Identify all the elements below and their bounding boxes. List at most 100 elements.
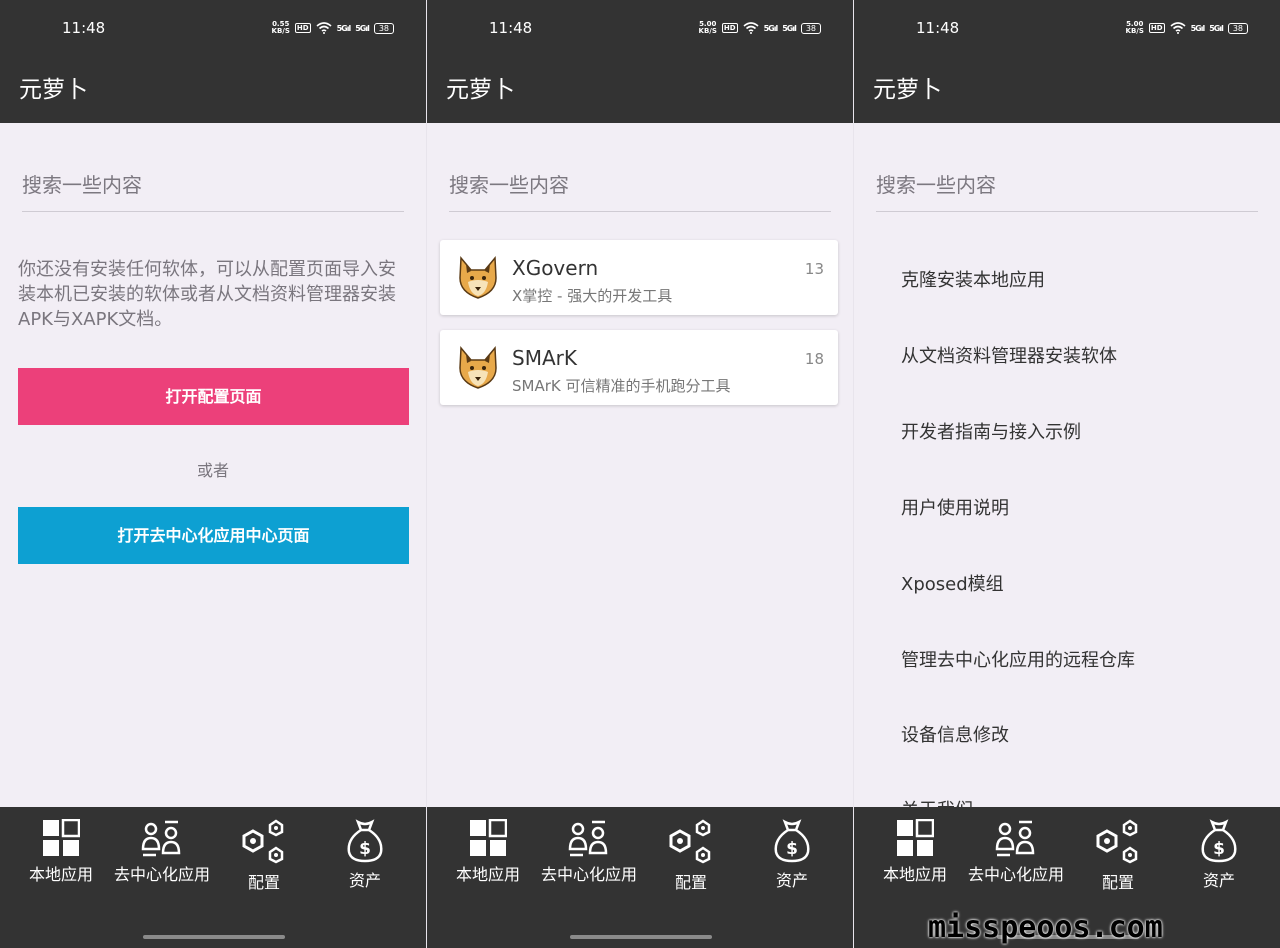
nav-decentral-apps[interactable]: 去中心化应用: [963, 819, 1069, 885]
nav-config[interactable]: 配置: [1065, 819, 1171, 893]
signal-icon-2: 5Gıl: [1209, 23, 1224, 33]
app-count: 18: [804, 350, 824, 368]
signal-icon: 5Gıl: [763, 23, 779, 33]
nav-label: 配置: [247, 873, 280, 892]
fox-icon: [459, 256, 497, 299]
net-speed: 5.00 KB/S: [1125, 20, 1144, 35]
people-icon: [568, 820, 608, 857]
money-bag-icon: $: [1201, 819, 1237, 863]
wifi-icon: [1170, 22, 1186, 34]
menu-item-device-info[interactable]: 设备信息修改: [901, 721, 1009, 747]
nav-local-apps[interactable]: 本地应用: [435, 819, 541, 885]
battery-icon: 38: [373, 22, 394, 34]
nav-assets[interactable]: $ 资产: [739, 819, 845, 891]
money-bag-icon: $: [774, 819, 810, 863]
grid-icon: [897, 819, 934, 856]
nav-decentral-apps[interactable]: 去中心化应用: [536, 819, 642, 885]
menu-item-developer-guide[interactable]: 开发者指南与接入示例: [901, 418, 1081, 444]
status-icons: 0.55 KB/S HD 5Gıl 5Gıl 38: [272, 21, 394, 35]
nav-label: 本地应用: [455, 865, 520, 884]
menu-item-install-from-files[interactable]: 从文档资料管理器安装软体: [901, 342, 1117, 368]
app-description: X掌控 - 强大的开发工具: [512, 287, 673, 305]
status-time: 11:48: [489, 19, 533, 37]
nav-label: 去中心化应用: [113, 865, 210, 884]
hd-icon: HD: [294, 23, 311, 33]
screen-local-apps: 11:48 0.55 KB/S HD 5Gıl 5Gıl 38 元萝卜 搜索一些内…: [0, 0, 426, 948]
menu-item-user-manual[interactable]: 用户使用说明: [901, 494, 1009, 520]
menu-item-clone-local[interactable]: 克隆安装本地应用: [901, 266, 1045, 292]
app-description: SMArK 可信精准的手机跑分工具: [512, 377, 731, 395]
search-input[interactable]: 搜索一些内容: [449, 155, 831, 212]
open-decentral-button[interactable]: 打开去中心化应用中心页面: [18, 507, 409, 564]
app-count: 13: [804, 260, 824, 278]
search-input[interactable]: 搜索一些内容: [876, 155, 1258, 212]
bottom-nav: 本地应用 去中心化应用 配置 $ 资产: [427, 807, 853, 948]
status-bar: 11:48 5.00 KB/S HD 5Gıl 5Gıl 38: [854, 0, 1280, 56]
app-title: 元萝卜: [446, 77, 515, 103]
menu-item-manage-repos[interactable]: 管理去中心化应用的远程仓库: [901, 646, 1135, 672]
grid-icon: [43, 819, 80, 856]
hexagon-nodes-icon: [669, 819, 711, 864]
nav-label: 本地应用: [28, 865, 93, 884]
empty-message: 你还没有安装任何软体，可以从配置页面导入安装本机已安装的软体或者从文档资料管理器…: [18, 259, 396, 330]
grid-icon: [470, 819, 507, 856]
nav-decentral-apps[interactable]: 去中心化应用: [109, 819, 215, 885]
home-indicator[interactable]: [570, 935, 712, 939]
app-title: 元萝卜: [19, 77, 88, 103]
app-bar: 元萝卜: [0, 56, 426, 123]
battery-icon: 38: [1227, 22, 1248, 34]
svg-text:$: $: [786, 839, 798, 859]
app-card-xgovern[interactable]: XGovern X掌控 - 强大的开发工具 13: [440, 240, 838, 315]
app-name: XGovern: [512, 256, 599, 280]
menu-item-xposed[interactable]: Xposed模组: [901, 570, 1004, 596]
people-icon: [995, 820, 1035, 857]
nav-label: 资产: [1202, 871, 1235, 890]
nav-config[interactable]: 配置: [638, 819, 744, 893]
nav-assets[interactable]: $ 资产: [1166, 819, 1272, 891]
nav-label: 配置: [1101, 873, 1134, 892]
app-card-smark[interactable]: SMArK SMArK 可信精准的手机跑分工具 18: [440, 330, 838, 405]
search-placeholder: 搜索一些内容: [449, 173, 569, 197]
app-title: 元萝卜: [873, 77, 942, 103]
watermark: misspeoos.com: [928, 910, 1163, 945]
signal-icon: 5Gıl: [336, 23, 352, 33]
search-placeholder: 搜索一些内容: [876, 173, 996, 197]
status-bar: 11:48 5.00 KB/S HD 5Gıl 5Gıl 38: [427, 0, 853, 56]
hd-icon: HD: [1148, 23, 1165, 33]
search-placeholder: 搜索一些内容: [22, 173, 142, 197]
screen-decentral-apps: 11:48 5.00 KB/S HD 5Gıl 5Gıl 38 元萝卜 搜索一些内…: [427, 0, 853, 948]
nav-local-apps[interactable]: 本地应用: [8, 819, 114, 885]
hexagon-nodes-icon: [1096, 819, 1138, 864]
nav-label: 去中心化应用: [967, 865, 1064, 884]
wifi-icon: [743, 22, 759, 34]
battery-icon: 38: [800, 22, 821, 34]
people-icon: [141, 820, 181, 857]
signal-icon: 5Gıl: [1190, 23, 1206, 33]
bottom-nav: 本地应用 去中心化应用 配置 $ 资产: [0, 807, 426, 948]
signal-icon-2: 5Gıl: [355, 23, 370, 33]
status-bar: 11:48 0.55 KB/S HD 5Gıl 5Gıl 38: [0, 0, 426, 56]
svg-text:$: $: [1213, 839, 1225, 859]
status-time: 11:48: [62, 19, 106, 37]
net-speed: 0.55 KB/S: [271, 20, 290, 35]
nav-label: 去中心化应用: [540, 865, 637, 884]
status-time: 11:48: [916, 19, 960, 37]
nav-label: 本地应用: [882, 865, 947, 884]
nav-label: 资产: [775, 871, 808, 890]
status-icons: 5.00 KB/S HD 5Gıl 5Gıl 38: [1126, 21, 1248, 35]
nav-label: 配置: [674, 873, 707, 892]
fox-icon: [459, 346, 497, 389]
app-name: SMArK: [512, 346, 577, 370]
status-icons: 5.00 KB/S HD 5Gıl 5Gıl 38: [699, 21, 821, 35]
open-config-button[interactable]: 打开配置页面: [18, 368, 409, 425]
nav-assets[interactable]: $ 资产: [312, 819, 418, 891]
svg-text:$: $: [359, 839, 371, 859]
app-bar: 元萝卜: [427, 56, 853, 123]
app-bar: 元萝卜: [854, 56, 1280, 123]
nav-local-apps[interactable]: 本地应用: [862, 819, 968, 885]
home-indicator[interactable]: [143, 935, 285, 939]
nav-config[interactable]: 配置: [211, 819, 317, 893]
hexagon-nodes-icon: [242, 819, 284, 864]
or-label: 或者: [196, 461, 229, 480]
search-input[interactable]: 搜索一些内容: [22, 155, 404, 212]
